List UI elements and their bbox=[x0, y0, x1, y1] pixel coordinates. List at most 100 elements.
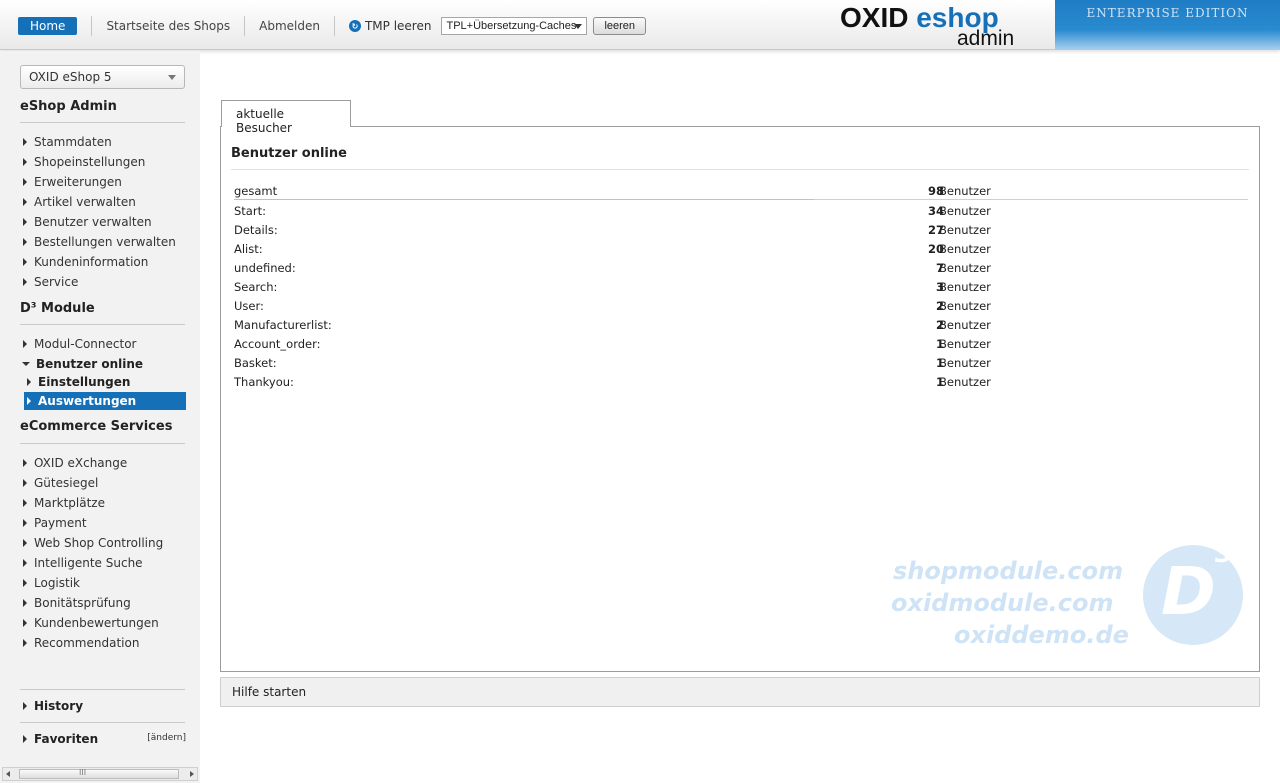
cache-type-select[interactable]: TPL+Übersetzung-Caches bbox=[441, 17, 588, 35]
sidebar-item-recommendation[interactable]: Recommendation bbox=[20, 634, 186, 652]
sidebar-subitem-auswertungen[interactable]: Auswertungen bbox=[24, 392, 186, 410]
sidebar-item-label: Recommendation bbox=[34, 636, 140, 650]
shop-select[interactable]: OXID eShop 5 bbox=[20, 65, 185, 89]
scrollbar-grip: III bbox=[79, 768, 87, 777]
sidebar-item-web-shop-controlling[interactable]: Web Shop Controlling bbox=[20, 534, 186, 552]
sidebar-item-label: Stammdaten bbox=[34, 135, 112, 149]
row-unit: Benutzer bbox=[939, 375, 991, 389]
row-name: User: bbox=[234, 299, 264, 313]
chevron-down-icon bbox=[168, 75, 176, 80]
sidebar-item-label: History bbox=[34, 699, 84, 713]
chevron-right-icon bbox=[23, 619, 27, 627]
chevron-right-icon bbox=[23, 702, 27, 710]
chevron-right-icon bbox=[23, 178, 27, 186]
d3-watermark: D 3 shopmodule.com oxidmodule.com oxidde… bbox=[891, 539, 1251, 657]
chevron-right-icon bbox=[23, 735, 27, 743]
chevron-right-icon bbox=[27, 378, 31, 386]
row-name: Account_order: bbox=[234, 337, 321, 351]
nav-divider bbox=[333, 16, 335, 36]
sidebar-item-bestellungen-verwalten[interactable]: Bestellungen verwalten bbox=[20, 233, 186, 251]
sidebar-item-payment[interactable]: Payment bbox=[20, 514, 186, 532]
chevron-right-icon bbox=[23, 238, 27, 246]
sidebar-item-kundeninformation[interactable]: Kundeninformation bbox=[20, 253, 186, 271]
row-name: Basket: bbox=[234, 356, 277, 370]
sidebar-item-label: Web Shop Controlling bbox=[34, 536, 164, 550]
sidebar-item-kundenbewertungen[interactable]: Kundenbewertungen bbox=[20, 614, 186, 632]
logout-link[interactable]: Abmelden bbox=[259, 19, 320, 33]
chevron-right-icon bbox=[23, 340, 27, 348]
sidebar-item-logistik[interactable]: Logistik bbox=[20, 574, 186, 592]
row-name: Search: bbox=[234, 280, 278, 294]
row-name: Alist: bbox=[234, 242, 263, 256]
sidebar-item-benutzer-online[interactable]: Benutzer online bbox=[20, 355, 186, 373]
sidebar-item-bonitaetspruefung[interactable]: Bonitätsprüfung bbox=[20, 594, 186, 612]
sidebar-item-service[interactable]: Service bbox=[20, 273, 186, 291]
shop-start-link[interactable]: Startseite des Shops bbox=[106, 19, 230, 33]
sidebar-item-marktplaetze[interactable]: Marktplätze bbox=[20, 494, 186, 512]
sidebar-item-modul-connector[interactable]: Modul-Connector bbox=[20, 335, 186, 353]
chevron-right-icon bbox=[23, 138, 27, 146]
sidebar-item-artikel-verwalten[interactable]: Artikel verwalten bbox=[20, 193, 186, 211]
section-title-eshop-admin: eShop Admin bbox=[20, 99, 117, 114]
section-title-d3-module: D³ Module bbox=[20, 301, 95, 316]
sidebar-item-label: Kundenbewertungen bbox=[34, 616, 159, 630]
sidebar-item-benutzer-verwalten[interactable]: Benutzer verwalten bbox=[20, 213, 186, 231]
divider bbox=[20, 443, 185, 444]
scroll-left-icon[interactable] bbox=[6, 771, 10, 777]
chevron-right-icon bbox=[23, 579, 27, 587]
sidebar-item-label: Einstellungen bbox=[38, 375, 131, 389]
chevron-right-icon bbox=[23, 479, 27, 487]
row-unit: Benutzer bbox=[939, 223, 991, 237]
row-name: Details: bbox=[234, 223, 278, 237]
top-navigation: Home Startseite des Shops Abmelden ↻ TMP… bbox=[18, 16, 647, 36]
nav-divider bbox=[91, 16, 93, 36]
chevron-right-icon bbox=[27, 397, 31, 405]
table-row: User: 2 Benutzer bbox=[234, 296, 1248, 315]
chevron-right-icon bbox=[23, 499, 27, 507]
row-unit: Benutzer bbox=[939, 280, 991, 294]
top-bar: Home Startseite des Shops Abmelden ↻ TMP… bbox=[0, 0, 1280, 50]
scrollbar-thumb[interactable] bbox=[19, 769, 179, 779]
row-name: undefined: bbox=[234, 261, 296, 275]
row-unit: Benutzer bbox=[939, 204, 991, 218]
sidebar-item-label: Artikel verwalten bbox=[34, 195, 136, 209]
row-name: Start: bbox=[234, 204, 266, 218]
sidebar-item-label: Gütesiegel bbox=[34, 476, 99, 490]
home-button[interactable]: Home bbox=[18, 17, 78, 35]
table-row: Manufacturerlist: 2 Benutzer bbox=[234, 315, 1248, 334]
sidebar-horizontal-scrollbar[interactable]: III bbox=[2, 767, 198, 781]
edition-banner: ENTERPRISE EDITION bbox=[1055, 0, 1280, 50]
row-unit: Benutzer bbox=[939, 261, 991, 275]
chevron-right-icon bbox=[23, 258, 27, 266]
clear-cache-button[interactable]: leeren bbox=[593, 17, 647, 35]
table-row: Alist: 20 Benutzer bbox=[234, 239, 1248, 258]
sidebar-item-label: Payment bbox=[34, 516, 87, 530]
favorites-edit-link[interactable]: [ändern] bbox=[147, 733, 186, 743]
logo-text-oxid: OXID bbox=[840, 2, 917, 33]
sidebar-item-stammdaten[interactable]: Stammdaten bbox=[20, 133, 186, 151]
help-start-link[interactable]: Hilfe starten bbox=[220, 677, 1260, 707]
sidebar-item-intelligente-suche[interactable]: Intelligente Suche bbox=[20, 554, 186, 572]
tmp-clear-group: ↻ TMP leeren TPL+Übersetzung-Caches leer… bbox=[348, 17, 647, 35]
edition-label: ENTERPRISE EDITION bbox=[1086, 6, 1249, 20]
chevron-right-icon bbox=[23, 559, 27, 567]
tab-aktuelle-besucher[interactable]: aktuelle Besucher bbox=[221, 100, 351, 135]
sidebar-item-erweiterungen[interactable]: Erweiterungen bbox=[20, 173, 186, 191]
table-row: undefined: 7 Benutzer bbox=[234, 258, 1248, 277]
sidebar-item-guetesiegel[interactable]: Gütesiegel bbox=[20, 474, 186, 492]
watermark-line: oxiddemo.de bbox=[954, 621, 1129, 649]
chevron-right-icon bbox=[23, 158, 27, 166]
sidebar-item-oxid-exchange[interactable]: OXID eXchange bbox=[20, 454, 186, 472]
sidebar-item-history[interactable]: History bbox=[20, 697, 186, 715]
divider bbox=[20, 689, 185, 690]
main-panel: Benutzer online gesamt 98 Benutzer Start… bbox=[220, 126, 1260, 672]
row-unit: Benutzer bbox=[939, 242, 991, 256]
sidebar-item-label: Benutzer online bbox=[36, 357, 144, 371]
scroll-right-icon[interactable] bbox=[190, 771, 194, 777]
watermark-line: shopmodule.com bbox=[893, 557, 1124, 585]
sidebar-subitem-einstellungen[interactable]: Einstellungen bbox=[24, 373, 186, 391]
d3-logo-letter: D bbox=[1161, 553, 1216, 630]
table-row: Details: 27 Benutzer bbox=[234, 220, 1248, 239]
sidebar-item-shopeinstellungen[interactable]: Shopeinstellungen bbox=[20, 153, 186, 171]
shop-select-value: OXID eShop 5 bbox=[29, 70, 112, 84]
